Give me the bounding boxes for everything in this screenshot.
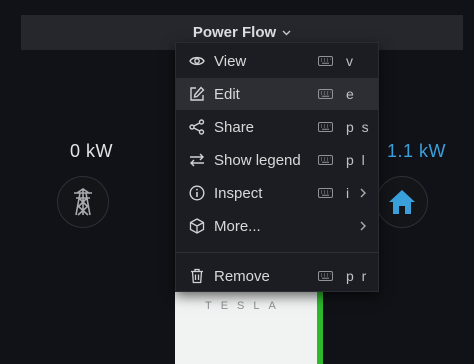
home-node [376,176,428,228]
menu-item-label: More... [214,217,261,235]
menu-divider [176,252,378,253]
keyboard-icon [318,122,333,132]
menu-item-label: Inspect [214,184,263,202]
share-icon [189,119,205,135]
grid-power-value: 0 kW [70,141,114,161]
keyboard-icon [318,89,333,99]
info-circle-icon [189,185,205,201]
menu-item-show-legend[interactable]: Show legend p l [176,144,378,176]
chevron-right-icon [360,221,366,231]
menu-item-label: Share [214,118,255,136]
power-tower-icon [74,188,92,216]
keyboard-icon [318,271,333,281]
chevron-down-icon[interactable] [282,30,291,36]
chevron-right-icon [360,188,366,198]
grid-node [57,176,109,228]
cube-icon [189,218,205,234]
menu-item-inspect[interactable]: Inspect i [176,177,378,209]
arrows-exchange-icon [189,152,205,168]
menu-shortcut: p r [346,268,369,284]
menu-shortcut: i [346,185,352,201]
battery-unit: TESLA [175,290,317,364]
menu-item-label: Show legend [214,151,301,169]
menu-item-label: Remove [214,267,270,285]
keyboard-icon [318,155,333,165]
menu-item-edit[interactable]: Edit e [176,78,378,110]
menu-shortcut: p l [346,152,367,168]
edit-icon [189,86,205,102]
menu-item-more[interactable]: More... [176,210,378,242]
battery-brand-logo: TESLA [205,300,285,312]
home-icon [389,190,415,214]
menu-shortcut: p s [346,119,371,135]
trash-icon [189,268,205,284]
keyboard-icon [318,56,333,66]
menu-item-share[interactable]: Share p s [176,111,378,143]
panel-title[interactable]: Power Flow [193,24,276,41]
keyboard-icon [318,188,333,198]
menu-shortcut: e [346,86,356,102]
menu-item-remove[interactable]: Remove p r [176,260,378,292]
menu-item-label: Edit [214,85,240,103]
eye-icon [189,53,205,69]
panel-context-menu: View v Edit e Share p s Show legend p l … [175,42,379,292]
menu-item-view[interactable]: View v [176,45,378,77]
battery-level-bar [317,290,323,364]
menu-item-label: View [214,52,247,70]
menu-shortcut: v [346,53,355,69]
home-power-value: 1.1 kW [387,141,447,161]
